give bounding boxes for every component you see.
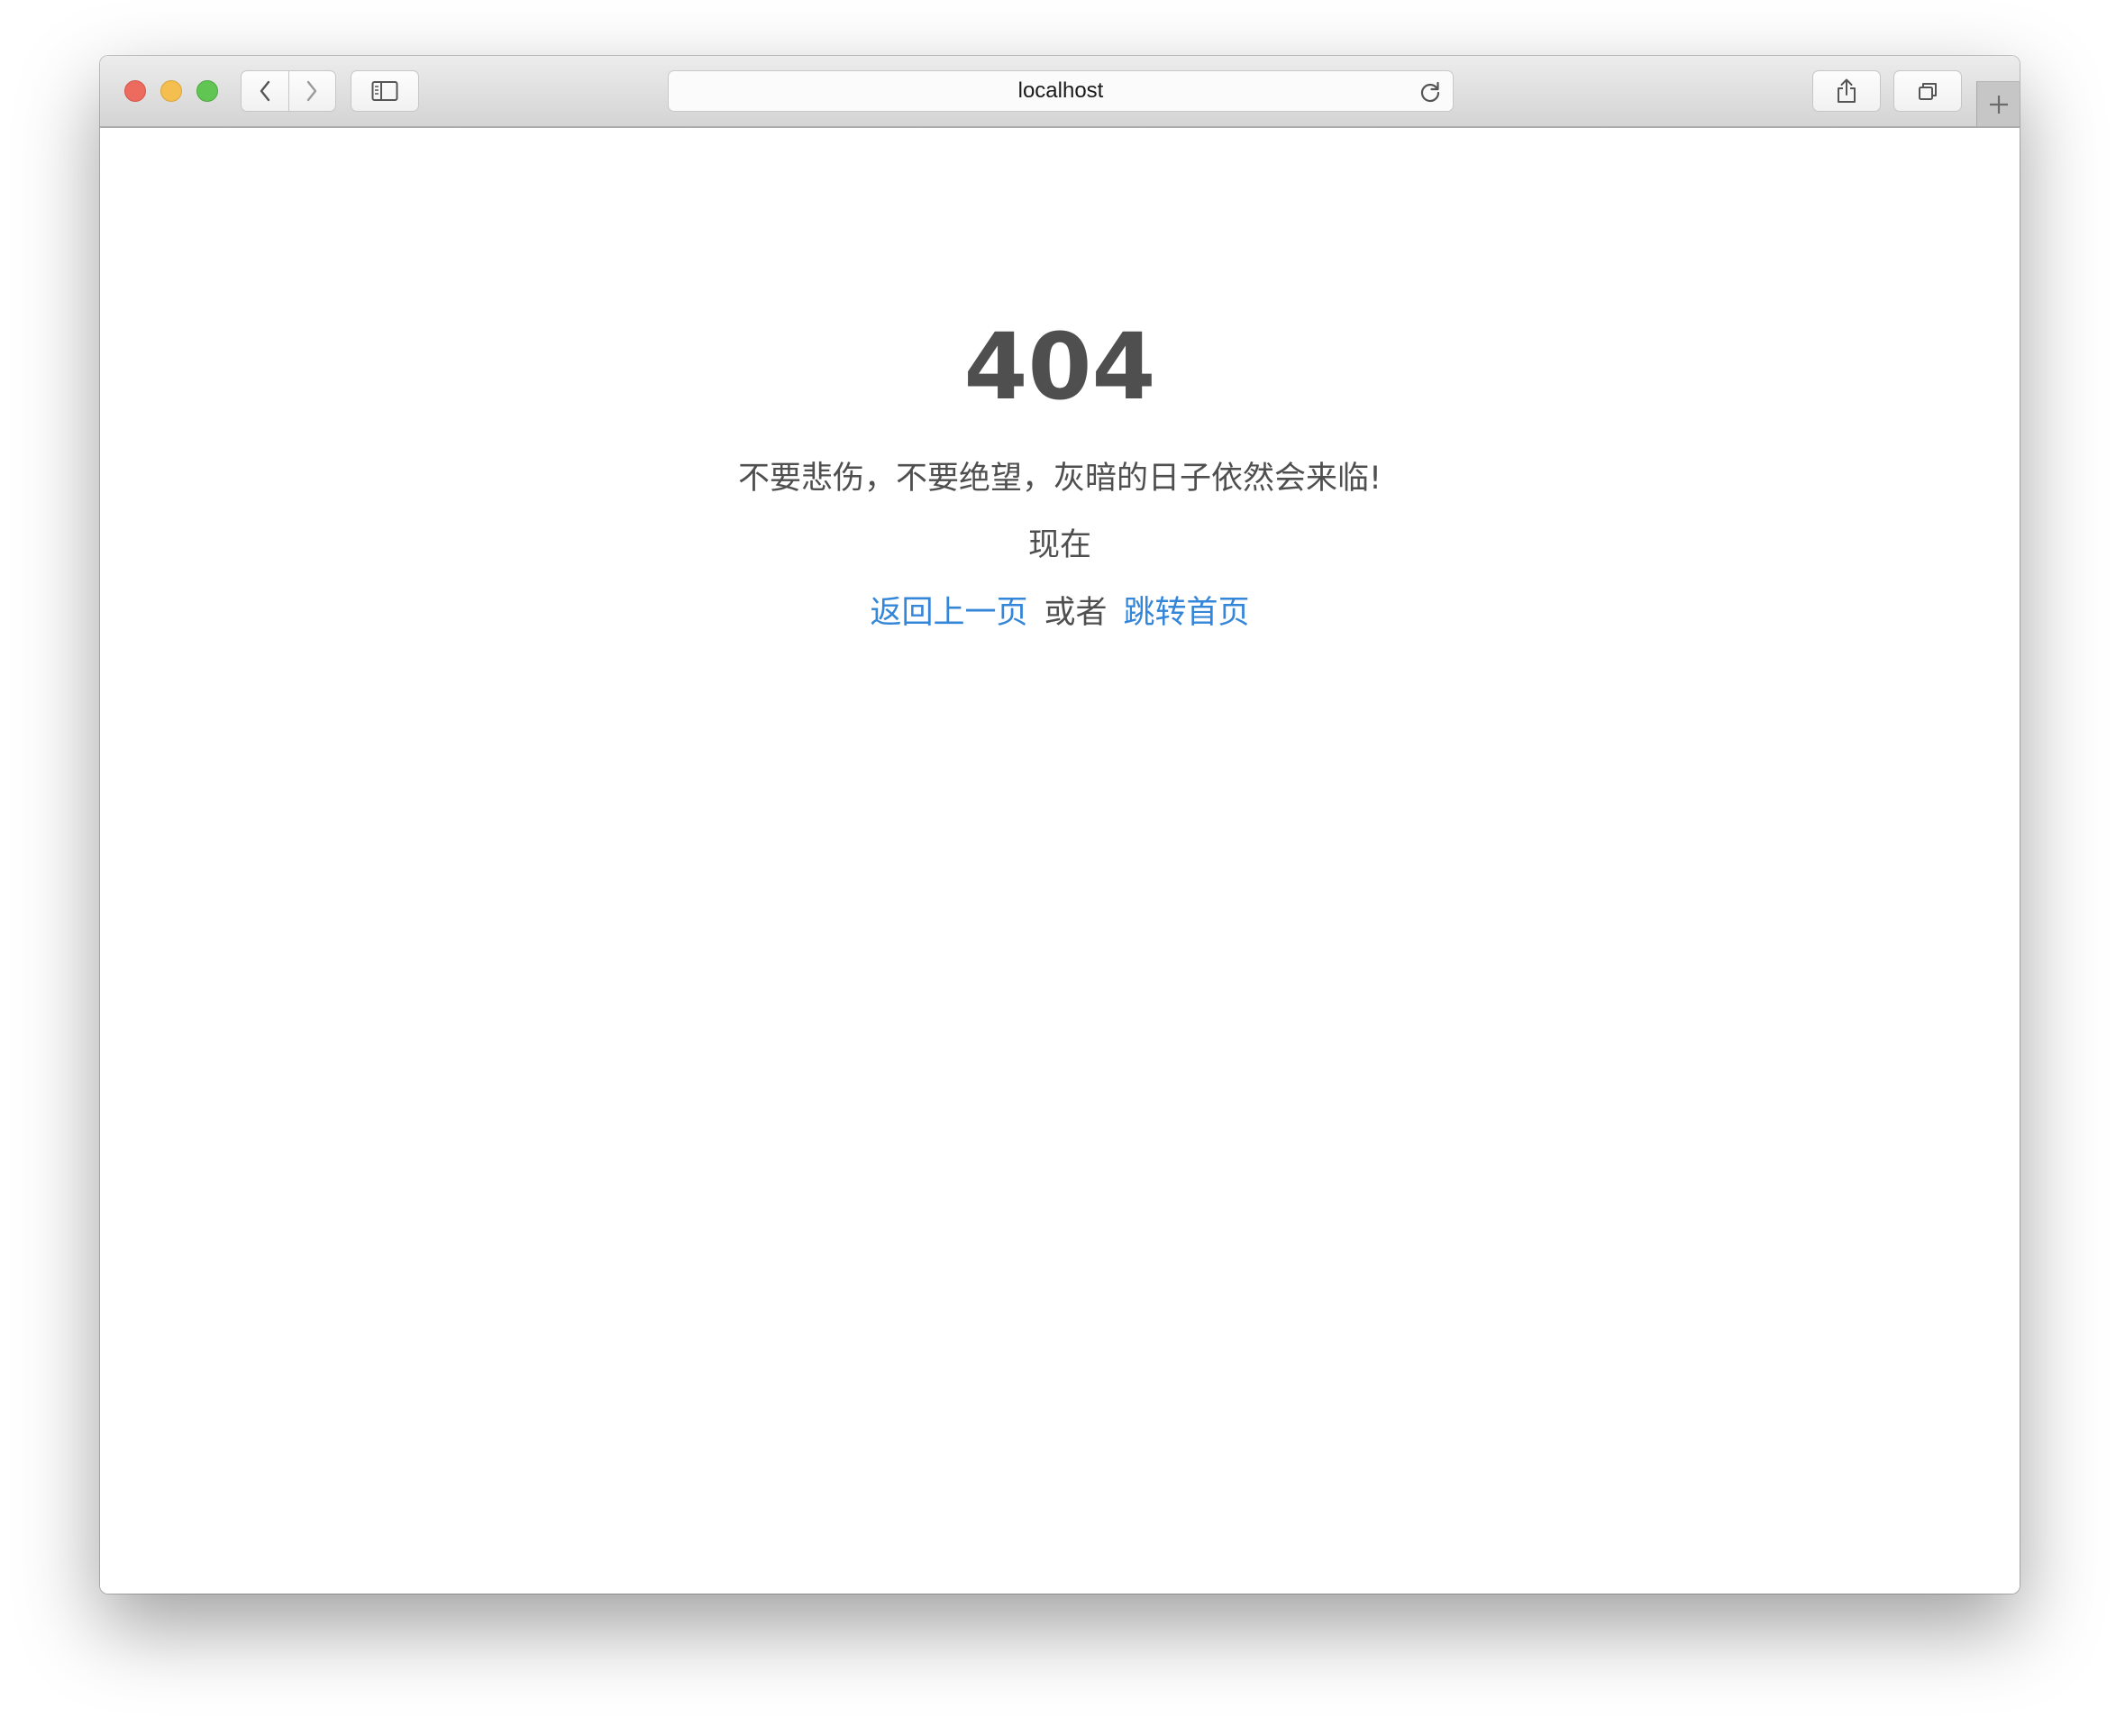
or-text: 或者 bbox=[1044, 595, 1108, 631]
browser-toolbar: localhost bbox=[100, 56, 2020, 128]
error-message: 不要悲伤，不要绝望，灰暗的日子依然会来临! bbox=[737, 461, 1382, 497]
chevron-right-icon bbox=[307, 80, 317, 102]
tabs-overview-button[interactable] bbox=[1893, 70, 1962, 112]
now-label: 现在 bbox=[1027, 527, 1091, 563]
error-actions: 返回上一页 或者 跳转首页 bbox=[100, 598, 2020, 629]
new-tab-button[interactable] bbox=[1976, 81, 2020, 126]
chevron-left-icon bbox=[260, 80, 269, 102]
reload-icon[interactable] bbox=[1418, 80, 1442, 104]
minimize-window-button[interactable] bbox=[160, 80, 182, 102]
browser-window: localhost 404 不要悲伤，不要绝望，灰暗的日子依然会来临! 现在 返… bbox=[100, 56, 2020, 1594]
error-code: 404 bbox=[963, 314, 1156, 421]
share-icon bbox=[1838, 78, 1856, 103]
history-nav bbox=[241, 70, 336, 112]
go-back-link[interactable]: 返回上一页 bbox=[870, 595, 1027, 631]
back-button[interactable] bbox=[242, 71, 288, 111]
plus-icon bbox=[1989, 95, 2008, 114]
maximize-window-button[interactable] bbox=[196, 80, 218, 102]
address-text: localhost bbox=[1017, 78, 1104, 103]
sidebar-button[interactable] bbox=[351, 70, 419, 112]
sidebar-icon bbox=[371, 81, 398, 101]
forward-button[interactable] bbox=[287, 71, 336, 111]
close-window-button[interactable] bbox=[124, 80, 146, 102]
page-content: 404 不要悲伤，不要绝望，灰暗的日子依然会来临! 现在 返回上一页 或者 跳转首页 bbox=[100, 128, 2020, 1594]
share-button[interactable] bbox=[1812, 70, 1881, 112]
tabs-icon bbox=[1919, 83, 1937, 100]
go-home-link[interactable]: 跳转首页 bbox=[1124, 595, 1250, 631]
address-bar[interactable]: localhost bbox=[668, 70, 1454, 112]
